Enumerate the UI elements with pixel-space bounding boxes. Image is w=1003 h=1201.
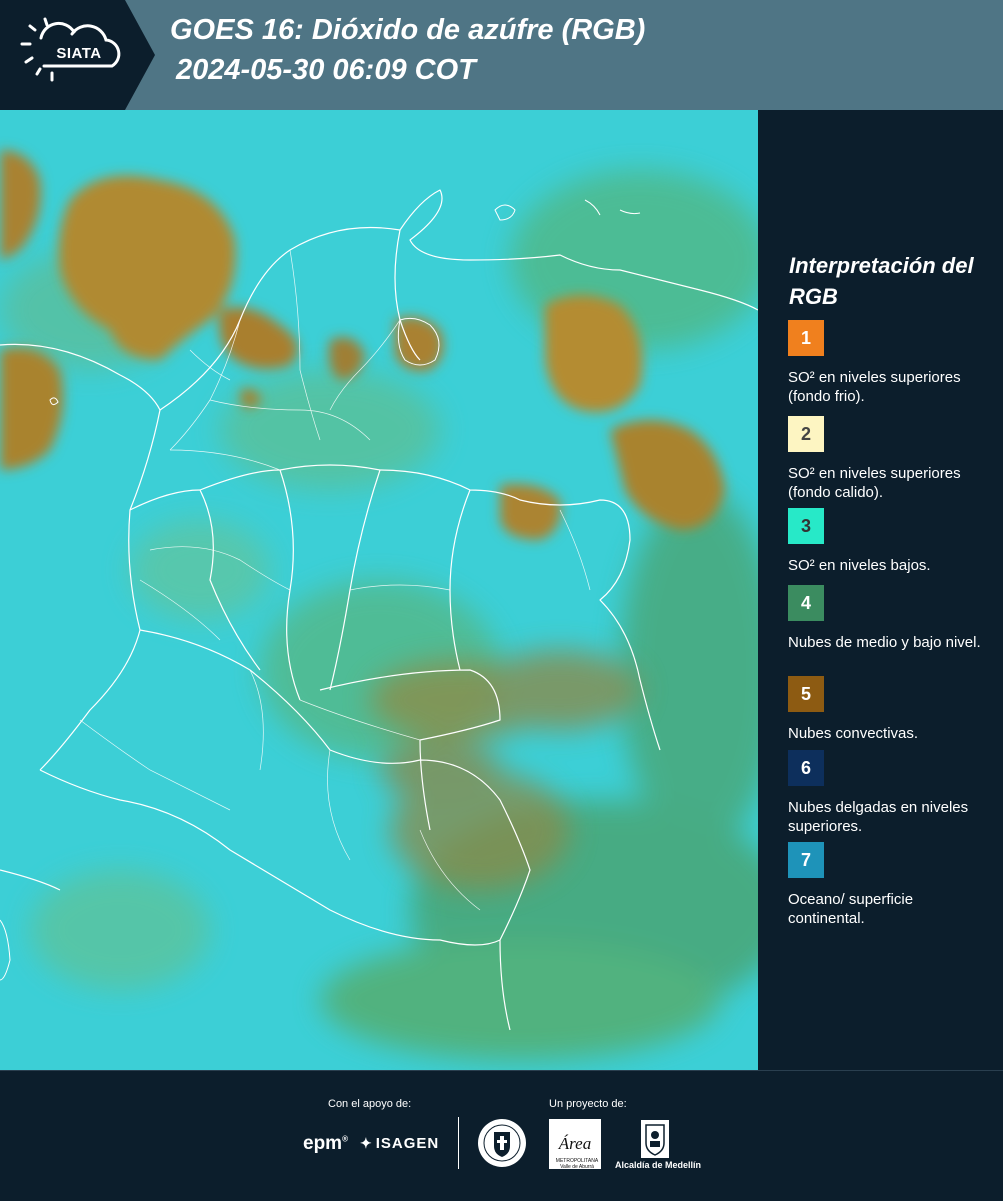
area-logo-caption: METROPOLITANA Valle de Aburrá xyxy=(555,1158,599,1170)
footer-divider xyxy=(458,1117,459,1169)
medellin-seal-icon xyxy=(478,1119,526,1167)
isagen-logo: ✦ ISAGEN xyxy=(360,1135,439,1152)
satellite-map xyxy=(0,110,758,1070)
legend-description-1: SO² en niveles superiores (fondo frio). xyxy=(788,369,961,405)
epm-logo: epm® xyxy=(303,1133,348,1155)
legend-item-7: 7 Oceano/ superficie continental. xyxy=(788,842,993,928)
alcaldia-label: Alcaldía de Medellín xyxy=(614,1160,702,1170)
alcaldia-shield-icon xyxy=(641,1120,669,1158)
legend-panel: Interpretación del RGB 1 SO² en niveles … xyxy=(760,110,1003,1070)
legend-swatch-3: 3 xyxy=(788,508,824,544)
project-caption: Un proyecto de: xyxy=(549,1098,627,1110)
page-timestamp: 2024-05-30 06:09 COT xyxy=(176,54,476,86)
legend-swatch-2: 2 xyxy=(788,416,824,452)
isagen-logo-text: ISAGEN xyxy=(375,1135,440,1152)
legend-swatch-4: 4 xyxy=(788,585,824,621)
area-logo-text: Área xyxy=(558,1134,591,1153)
legend-description-6: Nubes delgadas en niveles superiores. xyxy=(788,799,969,835)
legend-swatch-6: 6 xyxy=(788,750,824,786)
legend-title: Interpretación del RGB xyxy=(789,253,974,309)
legend-item-3: 3 SO² en niveles bajos. xyxy=(788,508,993,575)
support-caption: Con el apoyo de: xyxy=(328,1098,412,1110)
registered-mark-icon: ® xyxy=(342,1134,348,1144)
page-title: GOES 16: Dióxido de azúfre (RGB) xyxy=(170,14,646,46)
legend-description-7: Oceano/ superficie continental. xyxy=(788,891,914,927)
legend-item-1: 1 SO² en niveles superiores (fondo frio)… xyxy=(788,320,993,406)
legend-item-2: 2 SO² en niveles superiores (fondo calid… xyxy=(788,416,993,502)
legend-description-3: SO² en niveles bajos. xyxy=(788,557,931,574)
legend-item-4: 4 Nubes de medio y bajo nivel. xyxy=(788,585,993,652)
siata-logo: SIATA xyxy=(0,0,155,110)
legend-item-5: 5 Nubes convectivas. xyxy=(788,676,993,743)
siata-logo-text: SIATA xyxy=(56,45,102,62)
legend-swatch-7: 7 xyxy=(788,842,824,878)
footer: Con el apoyo de: Un proyecto de: epm® ✦ I… xyxy=(0,1070,1003,1201)
epm-logo-text: epm xyxy=(303,1133,343,1154)
legend-description-2: SO² en niveles superiores (fondo calido)… xyxy=(788,465,961,501)
isagen-mark-icon: ✦ xyxy=(360,1135,373,1151)
legend-description-5: Nubes convectivas. xyxy=(788,725,919,742)
header-bar: SIATA GOES 16: Dióxido de azúfre (RGB) 2… xyxy=(0,0,1003,110)
legend-swatch-1: 1 xyxy=(788,320,824,356)
legend-swatch-5: 5 xyxy=(788,676,824,712)
legend-description-4: Nubes de medio y bajo nivel. xyxy=(788,634,981,651)
legend-item-6: 6 Nubes delgadas en niveles superiores. xyxy=(788,750,993,836)
so2-rgb-image xyxy=(0,110,758,1070)
